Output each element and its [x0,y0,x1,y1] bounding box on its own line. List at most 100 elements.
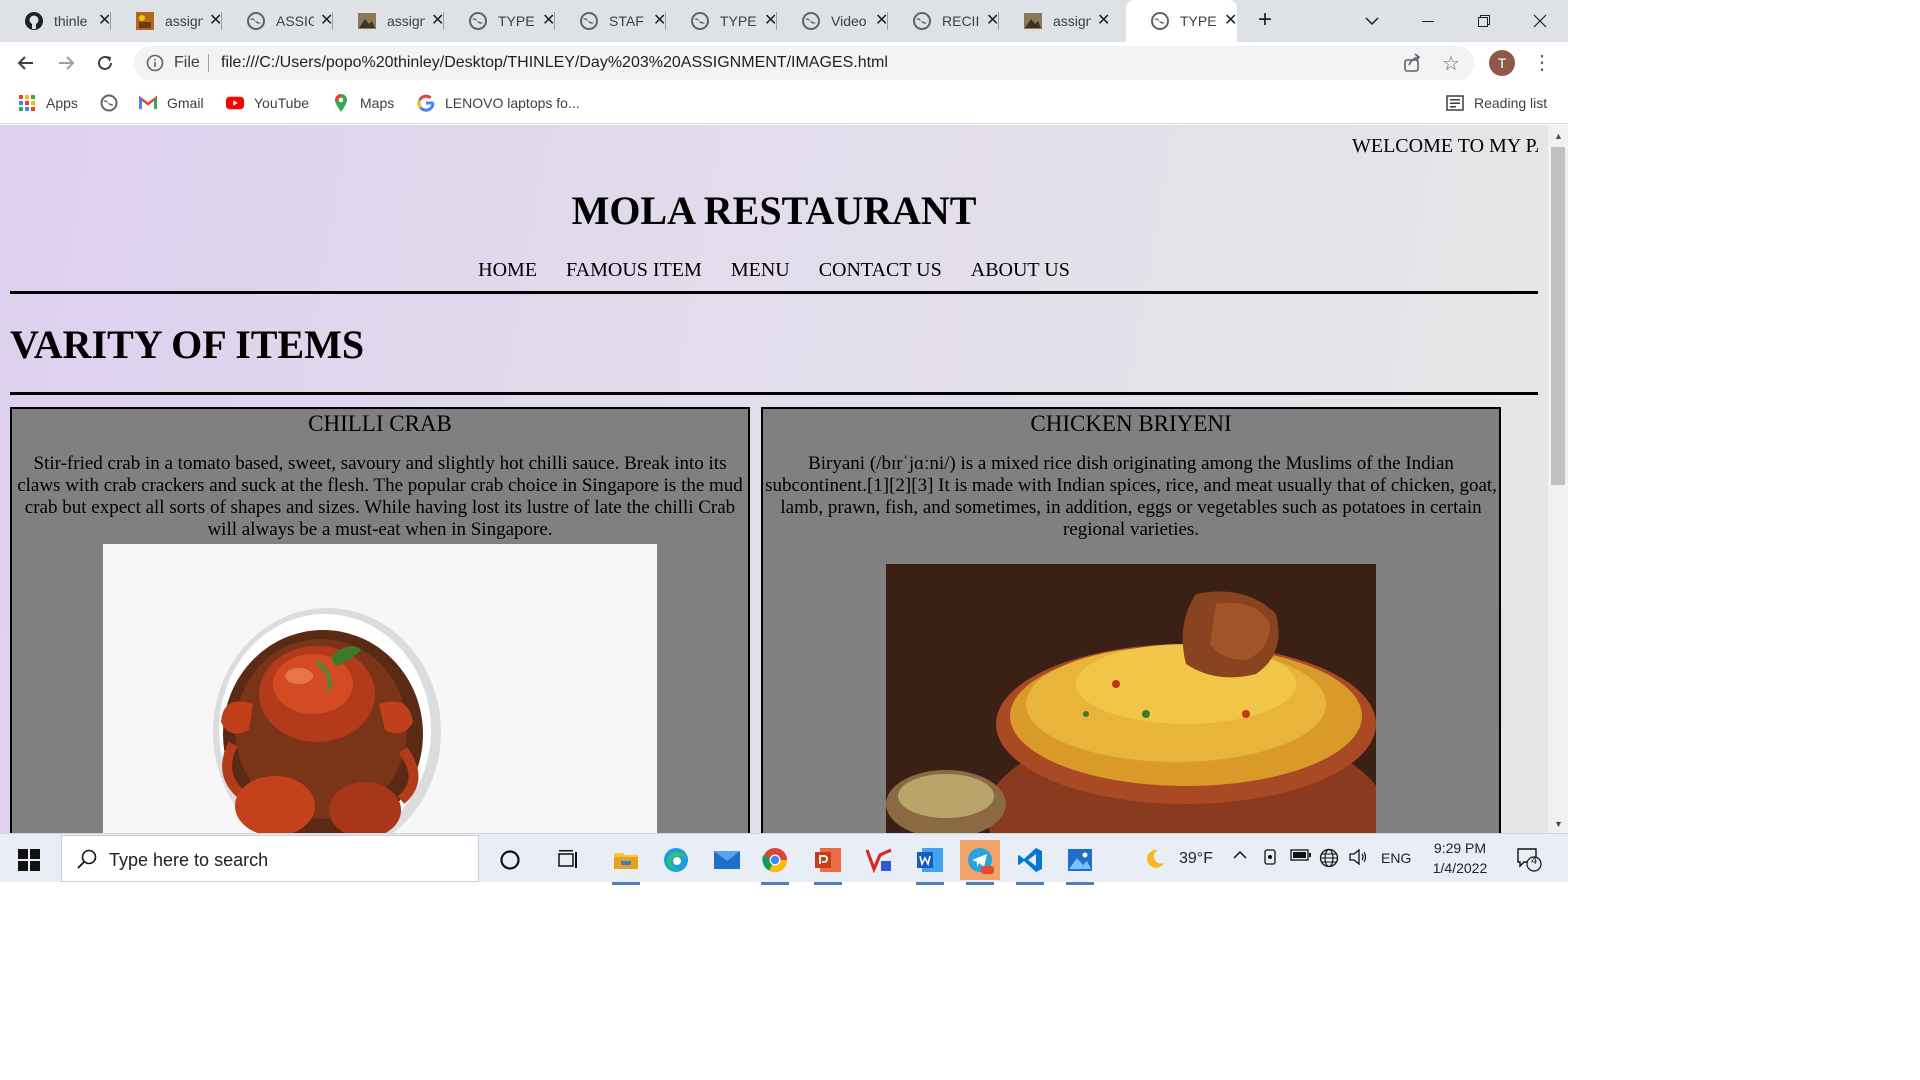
globe-icon [100,94,118,112]
section-title: VARITY OF ITEMS [10,322,365,367]
tab-6[interactable]: STAF ✕ [555,0,666,42]
profile-avatar[interactable]: T [1489,50,1515,76]
globe-icon [1150,11,1170,31]
tab-7[interactable]: TYPE ✕ [666,0,777,42]
tab-label: ASSIG [276,13,314,29]
show-hidden-icons-chevron-icon[interactable] [1232,848,1248,866]
more-menu-icon[interactable]: ⋮ [1532,50,1552,76]
globe-icon [912,11,932,31]
scheme-label: File [174,54,200,71]
notification-center-icon[interactable]: 4 [1516,846,1542,876]
notification-count: 4 [1530,855,1538,867]
photos-icon[interactable] [1060,840,1100,885]
bookmark-globe[interactable] [100,93,128,113]
tab-11-active[interactable]: TYPE ✕ [1126,0,1237,42]
url-text[interactable]: file:///C:/Users/popo%20thinley/Desktop/… [221,54,888,72]
scroll-thumb[interactable] [1551,147,1565,485]
battery-icon[interactable] [1290,848,1312,866]
tab-label: assign [165,13,203,29]
window-close-icon[interactable] [1512,0,1568,42]
clock-date: 1/4/2022 [1432,860,1488,876]
page-scrollbar[interactable]: ▲ ▼ [1548,125,1568,833]
food-card-chilli-crab: CHILLI CRAB Stir-fried crab in a tomato … [10,407,750,833]
forward-arrow-icon[interactable] [52,49,80,77]
system-clock[interactable]: 9:29 PM 1/4/2022 [1418,838,1502,878]
minimize-icon[interactable] [1400,0,1456,42]
tab-label: thinle [54,13,88,29]
tab-5[interactable]: TYPE ✕ [444,0,555,42]
bookmark-gmail[interactable]: Gmail [139,93,204,113]
back-arrow-icon[interactable] [12,49,40,77]
language-indicator[interactable]: ENG [1381,850,1411,866]
share-icon[interactable] [1402,53,1422,73]
reload-icon[interactable] [91,49,119,77]
chrome-icon[interactable] [755,840,795,885]
volume-icon[interactable] [1348,848,1368,870]
nav-menu-link[interactable]: MENU [731,259,790,282]
vector-app-icon[interactable] [859,840,899,880]
tab-label: RECII [942,13,980,29]
apps-grid-icon [18,94,36,112]
windows-start-icon[interactable] [18,849,40,871]
scroll-down-icon[interactable]: ▼ [1554,819,1563,829]
file-explorer-icon[interactable] [606,840,646,885]
bookmark-maps[interactable]: Maps [332,93,394,113]
bookmark-lenovo[interactable]: LENOVO laptops fo... [417,93,580,113]
scroll-up-icon[interactable]: ▲ [1554,131,1563,141]
edge-icon[interactable] [656,840,696,880]
image-icon [1023,11,1043,31]
card-title: CHICKEN BRIYENI [1030,411,1232,436]
restore-icon[interactable] [1456,0,1512,42]
bookmark-youtube[interactable]: YouTube [226,93,309,113]
card-description: Biryani (/bɪrˈjɑːni/) is a mixed rice di… [765,453,1497,540]
gmail-icon [139,94,157,112]
meet-now-icon[interactable] [1262,848,1278,870]
bookmark-apps[interactable]: Apps [18,93,78,113]
welcome-marquee: WELCOME TO MY PA [1352,135,1538,157]
network-globe-icon[interactable] [1319,848,1339,872]
tab-10[interactable]: assign ✕ [999,0,1110,42]
reading-list-button[interactable]: Reading list [1446,93,1547,113]
nav-famous-item-link[interactable]: FAMOUS ITEM [566,259,702,282]
mail-icon[interactable] [707,840,747,880]
card-title: CHILLI CRAB [308,411,452,436]
task-view-icon[interactable] [548,840,588,880]
bookmarks-bar: Apps Gmail YouTube Maps LENOVO laptops f… [0,84,1568,124]
weather-temperature[interactable]: 39°F [1179,850,1213,868]
tab-2[interactable]: assign ✕ [111,0,222,42]
image-icon [357,11,377,31]
powerpoint-icon[interactable] [808,840,848,885]
header-divider [10,291,1538,294]
bookmark-label: LENOVO laptops fo... [445,95,580,111]
globe-icon [801,11,821,31]
food-card-chicken-biryani: CHICKEN BRIYENI Biryani (/bɪrˈjɑːni/) is… [761,407,1501,833]
bookmark-star-icon[interactable]: ☆ [1442,51,1460,76]
telegram-icon[interactable] [960,840,1000,885]
info-icon[interactable] [146,54,164,72]
tab-1[interactable]: thinle ✕ [0,0,111,42]
taskbar-search-box[interactable]: Type here to search [61,835,479,882]
nav-home-link[interactable]: HOME [478,259,537,282]
nav-contact-us-link[interactable]: CONTACT US [819,259,942,282]
tab-4[interactable]: assign ✕ [333,0,444,42]
weather-moon-icon[interactable] [1142,848,1166,874]
word-icon[interactable] [910,840,950,885]
tab-8[interactable]: Video ✕ [777,0,888,42]
reading-list-icon [1446,94,1464,112]
tab-9[interactable]: RECII ✕ [888,0,999,42]
tab-search-icon[interactable] [1344,0,1400,42]
tab-label: TYPE [720,13,757,29]
image-icon [135,11,155,31]
close-icon[interactable]: ✕ [1097,11,1113,31]
address-bar[interactable]: File file:///C:/Users/popo%20thinley/Des… [134,46,1474,80]
cortana-icon[interactable] [490,840,530,880]
vscode-icon[interactable] [1010,840,1050,885]
close-icon[interactable]: ✕ [1224,11,1240,31]
github-icon [24,11,44,31]
bookmark-label: Maps [360,95,395,111]
globe-icon [579,11,599,31]
tab-3[interactable]: ASSIG ✕ [222,0,333,42]
new-tab-button[interactable]: + [1252,8,1278,34]
main-nav: HOME FAMOUS ITEM MENU CONTACT US ABOUT U… [0,259,1548,282]
nav-about-us-link[interactable]: ABOUT US [971,259,1070,282]
